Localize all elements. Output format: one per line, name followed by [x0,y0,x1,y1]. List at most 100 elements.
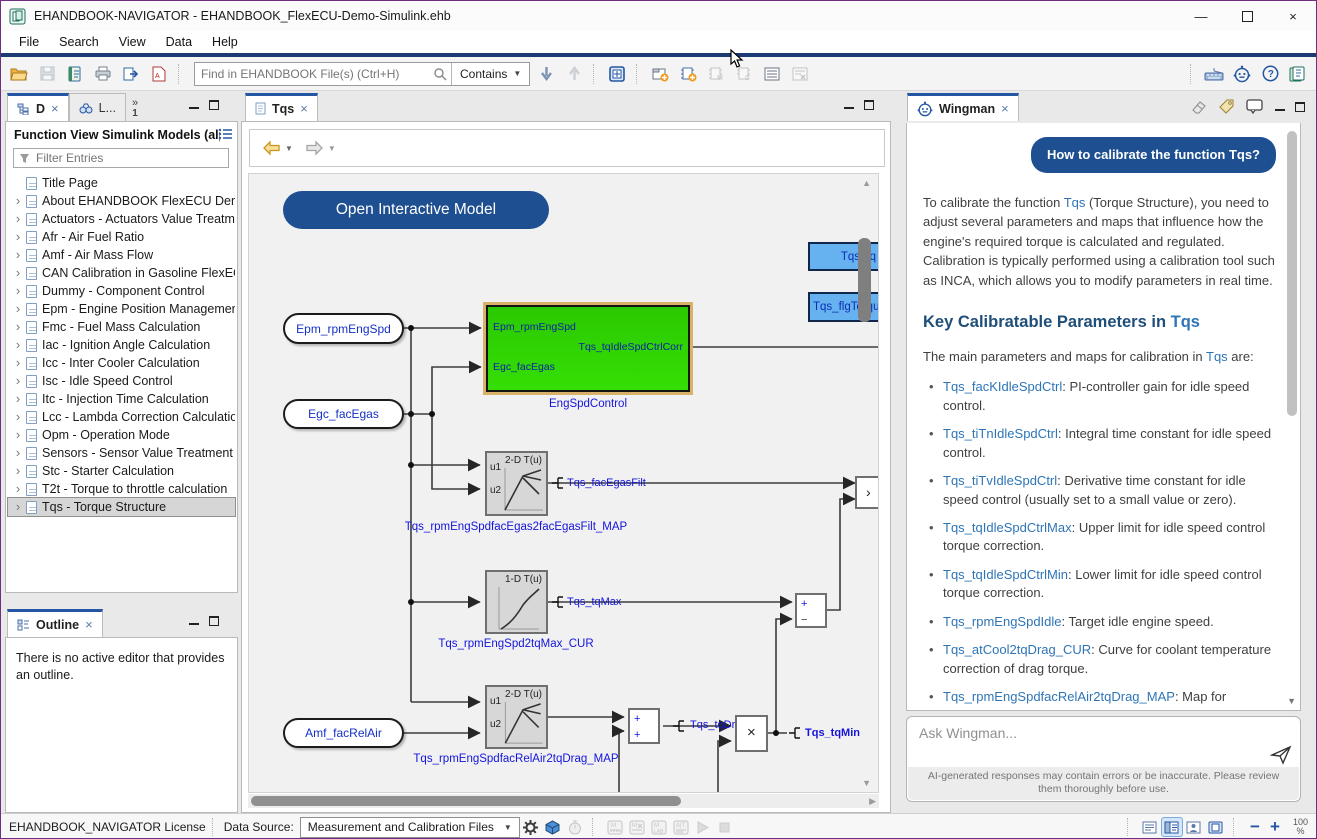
view-menu-icon[interactable] [218,128,233,141]
menu-view[interactable]: View [109,33,156,51]
chevron-right-icon[interactable]: › [12,429,24,441]
sum-block-1[interactable]: + − [795,593,827,628]
tree-item[interactable]: ›Actuators - Actuators Value Treatment [8,210,235,228]
view-split-button[interactable] [1161,817,1183,837]
pdf-export-button[interactable]: A [147,62,171,86]
wingman-scrollbar-thumb[interactable] [1287,131,1297,416]
inport-amf-facrelair[interactable]: Amf_facRelAir [283,718,404,748]
back-history-dropdown[interactable]: ▼ [285,144,293,153]
sum-block-2[interactable]: + + [628,708,660,744]
parameter-link[interactable]: Tqs_tiTvIdleSpdCtrl [943,473,1057,488]
tree-item[interactable]: ›Stc - Starter Calculation [8,462,235,480]
chevron-right-icon[interactable]: › [12,465,24,477]
tree-item[interactable]: ›Lcc - Lambda Correction Calculation [8,408,235,426]
open-interactive-model-button[interactable]: Open Interactive Model [283,191,549,229]
tab-wingman-close-icon[interactable]: × [1001,101,1009,116]
lut-map-block-2[interactable]: 2-D T(u) u1 u2 [485,685,548,749]
tree-item[interactable]: ›Opm - Operation Mode [8,426,235,444]
scroll-down-icon[interactable]: ▼ [1287,696,1296,706]
data-cube-button[interactable] [542,816,564,838]
chevron-right-icon[interactable]: › [12,447,24,459]
back-button[interactable] [262,140,281,156]
menu-search[interactable]: Search [49,33,109,51]
label-window-button[interactable]: MLAB [648,816,670,838]
block-measure-button[interactable]: M [704,62,728,86]
tree-item[interactable]: Title Page [8,174,235,192]
parameter-link[interactable]: Tqs_rpmEngSpdIdle [943,614,1062,629]
tree-item[interactable]: ›Iac - Ignition Angle Calculation [8,336,235,354]
view-presenter-button[interactable] [1183,817,1205,837]
find-prev-button[interactable] [562,62,586,86]
tree-item[interactable]: ›Epm - Engine Position Management [8,300,235,318]
tree-item[interactable]: ›Amf - Air Mass Flow [8,246,235,264]
lut2-name[interactable]: Tqs_rpmEngSpd2tqMax_CUR [366,638,666,650]
tree-item[interactable]: ›CAN Calibration in Gasoline FlexECU [8,264,235,282]
tab-documents-close-icon[interactable]: × [51,101,59,116]
lut3-name[interactable]: Tqs_rpmEngSpdfacRelAir2tqDrag_MAP [366,753,666,765]
menu-file[interactable]: File [9,33,49,51]
tree-item[interactable]: ›Tqs - Torque Structure [8,498,235,516]
stop-measurement-button[interactable] [714,816,736,838]
minimize-panel-icon[interactable] [1275,103,1285,111]
horizontal-scrollbar-thumb[interactable] [251,796,681,806]
lut1-name[interactable]: Tqs_rpmEngSpdfacEgas2facEgasFilt_MAP [366,521,666,533]
chevron-right-icon[interactable]: › [12,483,24,495]
engspdcontrol-name[interactable]: EngSpdControl [486,398,690,410]
ask-wingman-input[interactable] [907,717,1300,769]
clear-chat-button[interactable] [1191,100,1207,114]
engspdcontrol-block[interactable]: Epm_rpmEngSpd Egc_facEgas Tqs_tqIdleSpdC… [486,305,690,392]
parameter-link[interactable]: Tqs_atCool2tqDrag_CUR [943,642,1091,657]
scroll-right-icon[interactable]: ▶ [869,796,876,807]
minimize-panel-icon[interactable] [189,101,199,109]
inport-egc-facegas[interactable]: Egc_facEgas [283,399,404,429]
chevron-right-icon[interactable]: › [12,339,24,351]
chevron-right-icon[interactable]: › [12,285,24,297]
wingman-toolbar-button[interactable] [1230,62,1254,86]
tab-wingman[interactable]: Wingman × [907,93,1019,121]
timer-button[interactable] [564,816,586,838]
zoom-in-button[interactable]: + [1265,817,1285,837]
lut-cur-block[interactable]: 1-D T(u) [485,570,548,634]
shortcuts-button[interactable] [1202,62,1226,86]
chevron-right-icon[interactable]: › [12,267,24,279]
measure-na-button[interactable]: M [626,816,648,838]
parameter-link[interactable]: Tqs_tqIdleSpdCtrlMax [943,520,1072,535]
chevron-right-icon[interactable]: › [12,231,24,243]
interactive-model-button[interactable] [605,62,629,86]
tab-documents[interactable]: D × [7,93,69,121]
view-single-button[interactable] [1139,817,1161,837]
forward-history-dropdown[interactable]: ▼ [328,144,336,153]
chevron-right-icon[interactable]: › [12,213,24,225]
tree-item[interactable]: ›Icc - Inter Cooler Calculation [8,354,235,372]
sources-tag-button[interactable] [1219,99,1234,114]
inport-epm-rpmengspd[interactable]: Epm_rpmEngSpd [283,313,404,344]
parameter-link[interactable]: Tqs_tqIdleSpdCtrlMin [943,567,1068,582]
open-file-button[interactable] [7,62,31,86]
maximize-panel-icon[interactable] [1295,102,1305,112]
window-close-button[interactable]: × [1270,1,1316,31]
parameter-link[interactable]: Tqs_facKIdleSpdCtrl [943,379,1062,394]
measure-window-button[interactable]: M [604,816,626,838]
chevron-right-icon[interactable]: › [12,303,24,315]
minimize-panel-icon[interactable] [189,617,199,625]
feedback-button[interactable] [1246,99,1263,114]
start-measurement-button[interactable] [692,816,714,838]
tree-item[interactable]: ›Dummy - Component Control [8,282,235,300]
chevron-right-icon[interactable]: › [12,195,24,207]
tab-outline-close-icon[interactable]: × [85,617,93,632]
tree-item[interactable]: ›Itc - Injection Time Calculation [8,390,235,408]
list-view-button[interactable] [760,62,784,86]
tree-item[interactable]: ›Isc - Idle Speed Control [8,372,235,390]
signal-label-tqmin[interactable]: Tqs_tqMin [805,727,860,739]
chevron-right-icon[interactable]: › [12,357,24,369]
contains-dropdown[interactable]: Contains▼ [451,63,529,85]
menu-data[interactable]: Data [156,33,202,51]
signal-label-facegasfilt[interactable]: Tqs_facEgasFilt [567,477,646,489]
maximize-panel-icon[interactable] [209,100,219,110]
settings-button[interactable] [520,816,542,838]
save-button[interactable] [35,62,59,86]
tab-tqs-close-icon[interactable]: × [300,101,308,116]
print-button[interactable] [91,62,115,86]
horizontal-scrollbar[interactable]: ▶ [248,794,879,808]
view-navigator-button[interactable] [1205,817,1227,837]
